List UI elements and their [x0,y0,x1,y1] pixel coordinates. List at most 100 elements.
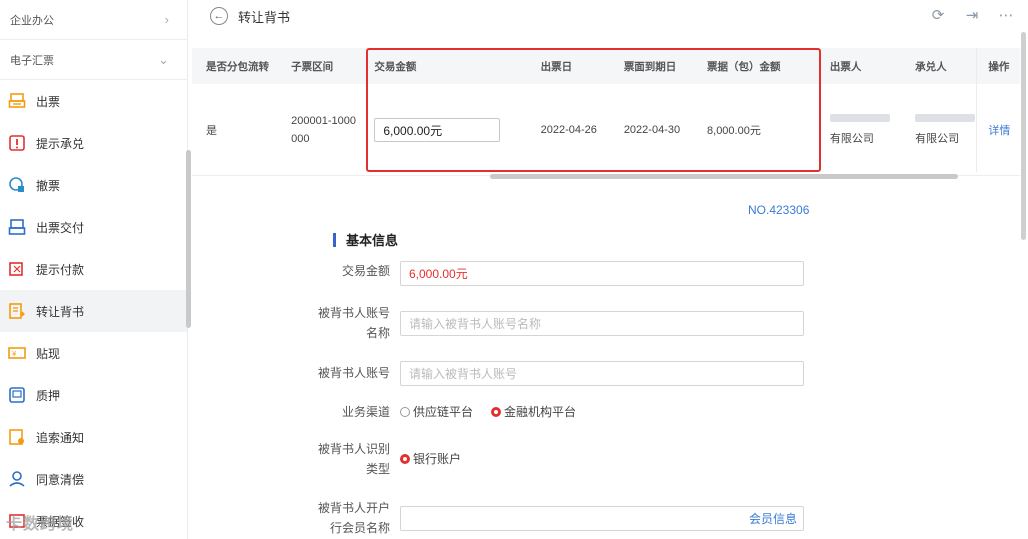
chevron-down-icon: ⌄ [158,51,169,67]
label-line: 被背书人账号 [317,306,390,320]
sidebar-item-label: 出票 [36,94,61,109]
redacted-text [915,114,976,122]
radio-label: 供应链平台 [413,405,474,419]
watermark-text: 卡数跨境 [6,516,75,533]
deliver-icon [8,218,26,236]
drawer-name: 有限公司 [829,133,874,145]
radio-label: 金融机构平台 [504,405,577,419]
sidebar-item-label: 提示付款 [36,262,85,277]
section-marker [333,232,336,247]
cell-split: 是 [206,125,217,137]
refresh-icon[interactable]: ⟳ [928,5,948,25]
redacted-text [829,114,890,122]
sidebar-item-discount[interactable]: ¥ 贴现 [0,332,187,374]
sidebar-item-label: 提示承兑 [36,136,85,151]
form-row-channel: 业务渠道 供应链平台 金融机构平台 [300,402,820,422]
radio-selected-icon [491,407,502,417]
sidebar-section-office[interactable]: 企业办公 › [0,0,187,40]
section-title: 基本信息 [333,230,398,249]
range-line: 200001-1000 [291,115,357,127]
form-label: 被背书人账号 [317,366,390,380]
radio-financial-institution[interactable]: 金融机构平台 [491,402,576,422]
detail-link[interactable]: 详情 [988,125,1010,137]
sidebar-item-label: 质押 [36,388,61,403]
label-line: 名称 [365,326,390,340]
member-info-link[interactable]: 会员信息 [749,510,797,527]
form-label: 业务渠道 [341,405,390,419]
amount-field[interactable]: 6,000.00元 [400,261,804,286]
form-row-account: 被背书人账号 请输入被背书人账号 [300,361,820,386]
highlight-frame [366,48,821,172]
col-header: 承兑人 [915,60,947,73]
col-header: 子票区间 [291,60,334,73]
form-row-name: 被背书人账号 名称 请输入被背书人账号名称 [300,303,820,343]
sidebar-item-issue[interactable]: 出票 [0,80,187,122]
svg-text:¥: ¥ [12,350,17,358]
form-row-member: 被背书人开户 行会员名称 会员信息 [300,498,820,538]
sidebar-item-label: 撤票 [36,178,61,193]
printer-icon [8,92,26,110]
sidebar-section-label: 电子汇票 [10,54,54,67]
sidebar-scrollbar[interactable] [186,150,191,328]
radio-label: 银行账户 [413,452,462,466]
sidebar-item-deliver[interactable]: 出票交付 [0,206,187,248]
settle-icon [8,470,26,488]
main-vertical-scrollbar[interactable] [1021,32,1026,240]
radio-supply-chain[interactable]: 供应链平台 [400,402,473,422]
more-icon[interactable]: ⋯ [996,5,1016,25]
id-type-radio-group: 银行账户 [400,439,461,479]
recourse-icon [8,428,26,446]
export-icon[interactable]: ⇥ [962,5,982,25]
page-header: ← 转让背书 ⟳ ⇥ ⋯ [192,0,1028,32]
cell-acceptor: 有限公司 [893,114,978,146]
column-divider [976,48,977,172]
watermark: 卡数跨境 [6,510,74,534]
cell-action: 详情 [978,122,1020,138]
form-row-id-type: 被背书人识别 类型 银行账户 [300,439,820,479]
app-window: 企业办公 › 电子汇票 ⌄ 出票 提示承兑 撤票 出票交付 提示付款 转让背书 … [0,0,1028,539]
revoke-icon [8,176,26,194]
member-name-input[interactable]: 会员信息 [400,506,804,531]
chevron-right-icon: › [164,12,169,27]
payment-icon [8,260,26,278]
alert-icon [8,134,26,152]
section-title-text: 基本信息 [346,233,399,248]
page-title: 转让背书 [238,9,291,25]
form-label: 被背书人开户 行会员名称 [300,498,400,538]
sidebar-item-pledge[interactable]: 质押 [0,374,187,416]
bill-table: 是否分包流转 子票区间 交易金额 出票日 票面到期日 票据（包）金额 出票人 承… [192,48,1020,179]
sidebar-item-endorse[interactable]: 转让背书 [0,290,187,332]
sidebar-section-label: 企业办公 [10,14,54,27]
table-horizontal-scrollbar[interactable] [490,174,958,179]
sidebar-section-ebill[interactable]: 电子汇票 ⌄ [0,40,187,80]
form-label: 被背书人识别 类型 [300,439,400,479]
cell-range: 200001-1000 000 [277,112,360,148]
label-line: 行会员名称 [329,521,390,535]
back-arrow-icon[interactable]: ← [210,7,228,25]
acceptor-name: 有限公司 [915,133,960,145]
endorse-icon [8,302,26,320]
label-line: 被背书人开户 [317,501,390,515]
radio-selected-icon [400,454,410,464]
sidebar-item-settle[interactable]: 同意清偿 [0,458,187,500]
channel-radio-group: 供应链平台 金融机构平台 [400,402,576,422]
sidebar-item-payment[interactable]: 提示付款 [0,248,187,290]
sidebar: 企业办公 › 电子汇票 ⌄ 出票 提示承兑 撤票 出票交付 提示付款 转让背书 … [0,0,188,539]
sidebar-item-label: 贴现 [36,346,61,361]
label-line: 类型 [365,462,390,476]
sidebar-item-revoke[interactable]: 撤票 [0,164,187,206]
sidebar-item-label: 出票交付 [36,220,85,235]
radio-circle-icon [400,407,410,417]
header-actions: ⟳ ⇥ ⋯ [928,5,1016,25]
form-label: 交易金额 [341,264,390,278]
endorsee-account-input[interactable]: 请输入被背书人账号 [400,361,804,386]
sidebar-item-label: 同意清偿 [36,472,85,487]
sidebar-item-label: 追索通知 [36,430,85,445]
radio-bank-account[interactable]: 银行账户 [400,449,461,469]
endorsee-name-input[interactable]: 请输入被背书人账号名称 [400,311,804,336]
bill-number: NO.423306 [748,203,810,217]
range-line: 000 [291,133,310,145]
form-label: 被背书人账号 名称 [300,303,400,343]
sidebar-item-recourse[interactable]: 追索通知 [0,416,187,458]
sidebar-item-acceptance[interactable]: 提示承兑 [0,122,187,164]
